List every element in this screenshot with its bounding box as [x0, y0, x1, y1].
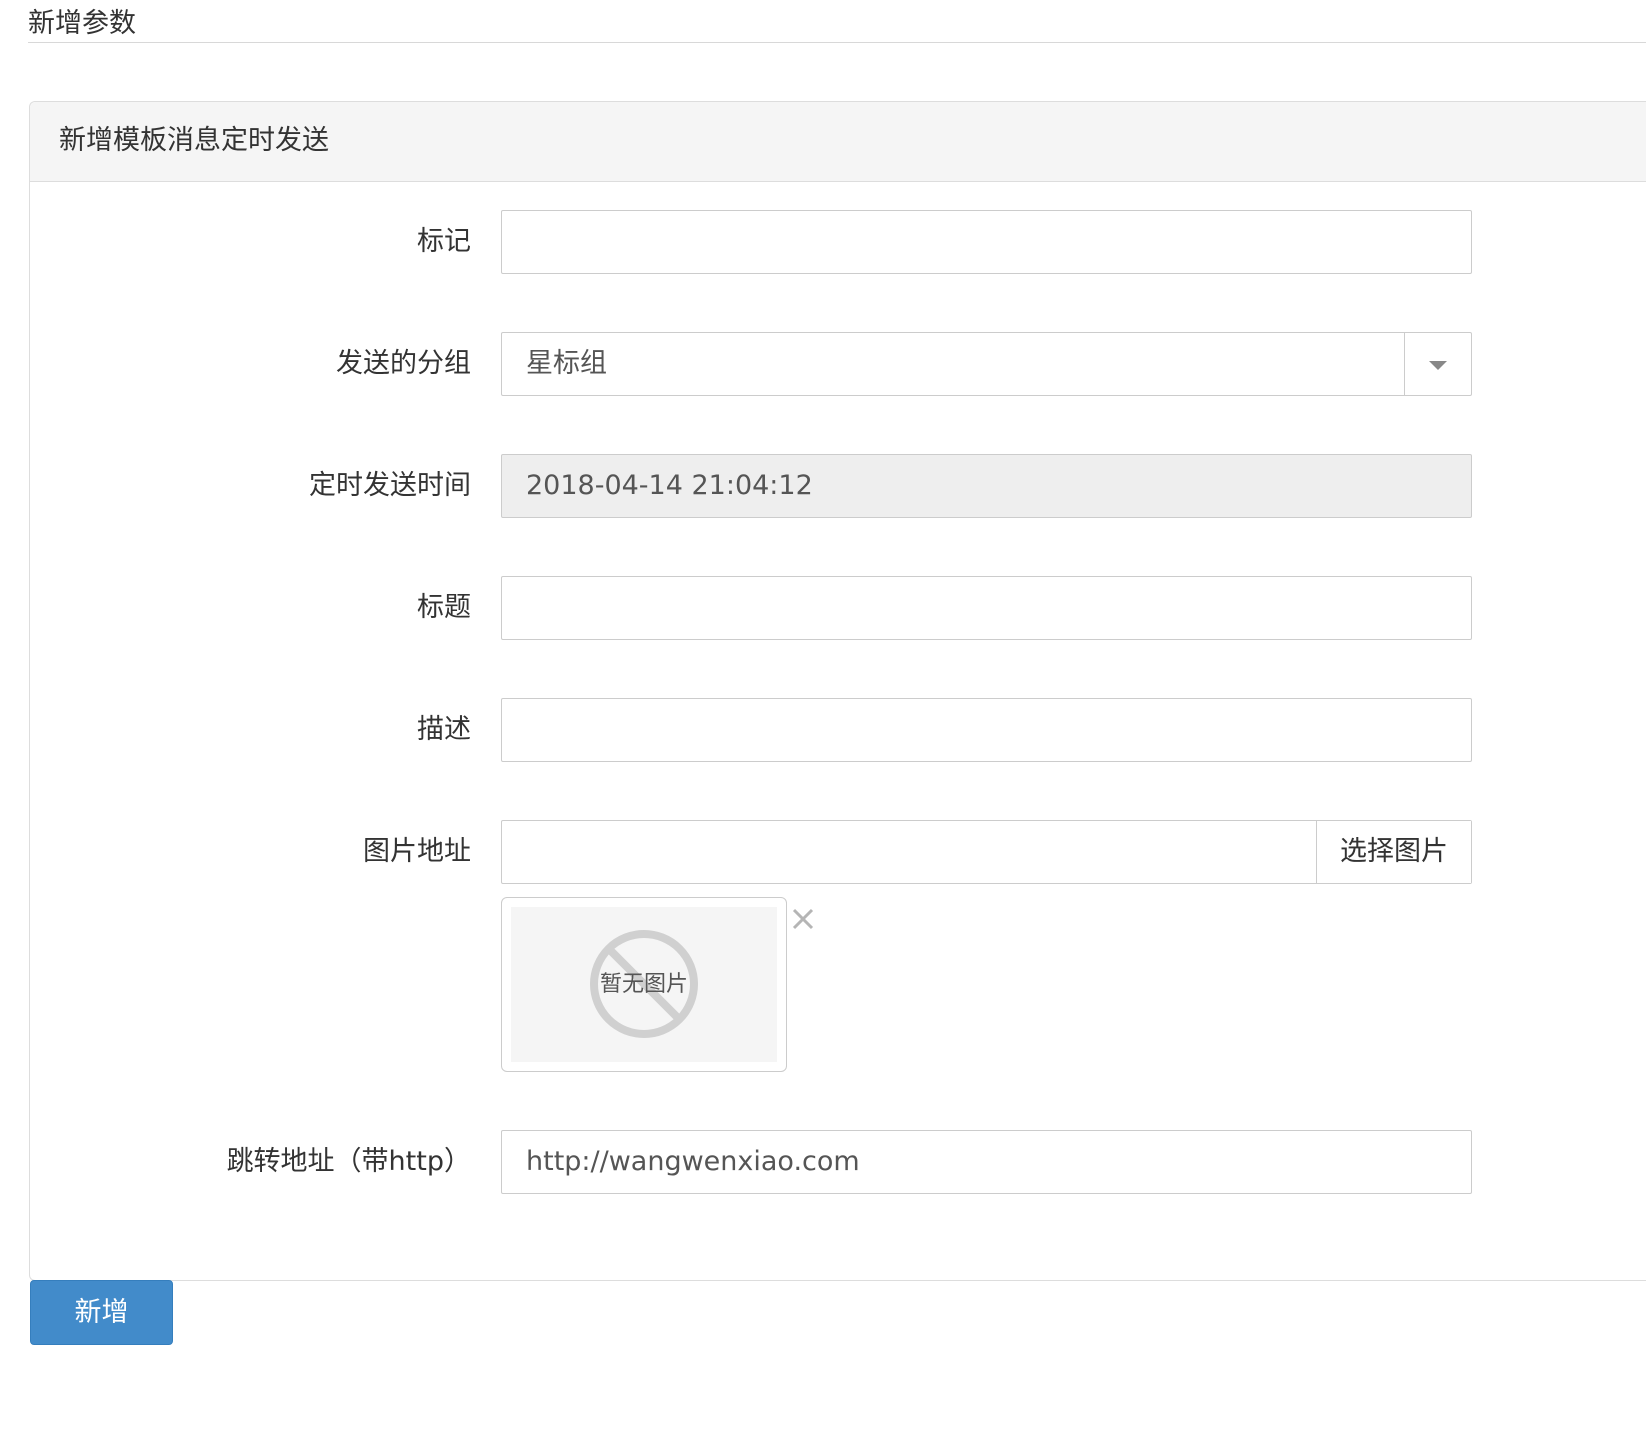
description-input[interactable]	[501, 698, 1472, 762]
description-label: 描述	[417, 714, 471, 745]
image-url-label: 图片地址	[363, 836, 471, 867]
page-title: 新增参数	[28, 8, 136, 39]
send-time-value: 2018-04-14 21:04:12	[526, 470, 813, 501]
tag-input[interactable]	[501, 210, 1472, 274]
redirect-url-value: http://wangwenxiao.com	[526, 1146, 860, 1177]
group-select-toggle[interactable]	[1404, 333, 1471, 395]
tag-label: 标记	[417, 226, 471, 257]
chevron-down-icon	[1429, 361, 1447, 370]
send-time-input[interactable]: 2018-04-14 21:04:12	[501, 454, 1472, 518]
panel-heading: 新增模板消息定时发送	[30, 102, 1646, 182]
title-input[interactable]	[501, 576, 1472, 640]
close-icon[interactable]	[790, 906, 816, 932]
image-preview: 暂无图片	[501, 897, 787, 1072]
image-placeholder: 暂无图片	[511, 907, 777, 1062]
submit-button[interactable]: 新增	[30, 1280, 173, 1345]
title-divider	[28, 42, 1646, 43]
form-panel: 新增模板消息定时发送	[29, 101, 1646, 1281]
send-time-label: 定时发送时间	[309, 470, 471, 501]
group-select[interactable]: 星标组	[501, 332, 1472, 396]
panel-title: 新增模板消息定时发送	[59, 125, 329, 156]
image-url-input[interactable]: 选择图片	[501, 820, 1472, 884]
no-image-text: 暂无图片	[599, 972, 688, 997]
title-label: 标题	[417, 592, 471, 623]
redirect-url-label: 跳转地址（带http）	[226, 1146, 471, 1177]
group-label: 发送的分组	[336, 348, 471, 379]
redirect-url-input[interactable]: http://wangwenxiao.com	[501, 1130, 1472, 1194]
choose-image-button[interactable]: 选择图片	[1316, 821, 1471, 883]
group-select-value: 星标组	[526, 348, 607, 379]
